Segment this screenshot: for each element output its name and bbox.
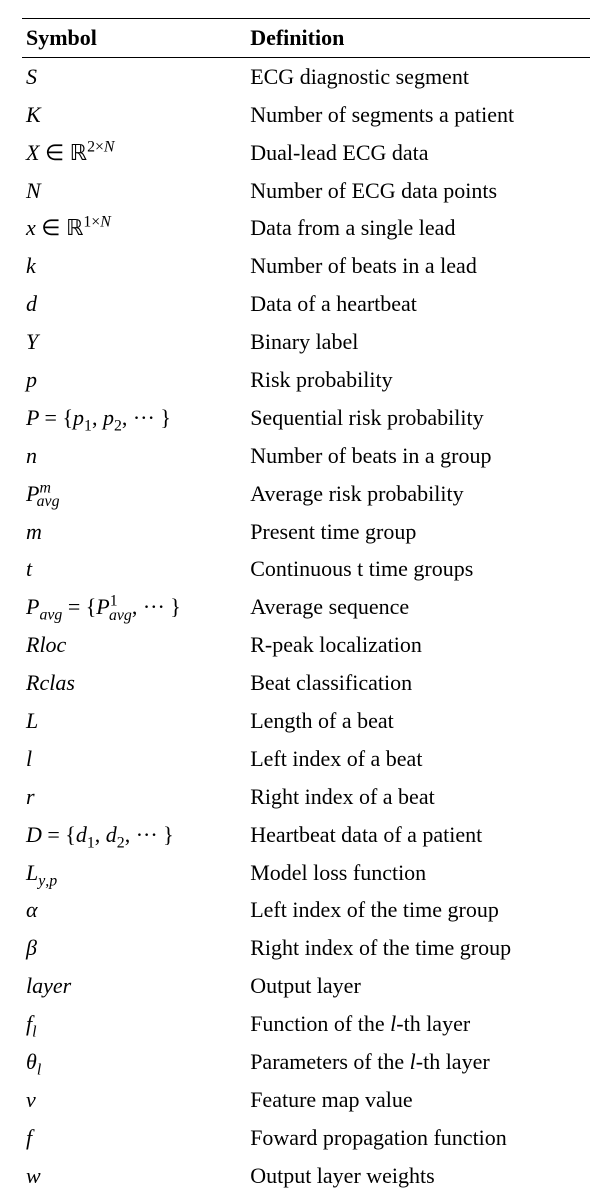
table-row: KNumber of segments a patient: [22, 96, 590, 134]
symbol-cell: t: [22, 550, 246, 588]
table-row: P = {p1, p2, ··· }Sequential risk probab…: [22, 399, 590, 437]
symbol-cell: D = {d1, d2, ··· }: [22, 816, 246, 854]
symbol-cell: cam: [22, 1195, 246, 1204]
symbol-cell: Ly,p: [22, 854, 246, 892]
symbol-cell: L: [22, 702, 246, 740]
definition-cell: Average sequence: [246, 588, 590, 626]
symbol-cell: α: [22, 891, 246, 929]
table-row: mPresent time group: [22, 513, 590, 551]
symbol-cell: fl: [22, 1005, 246, 1043]
definition-cell: Continuous t time groups: [246, 550, 590, 588]
definition-cell: Number of beats in a group: [246, 437, 590, 475]
symbol-cell: n: [22, 437, 246, 475]
symbol-cell: X ∈ ℝ2×N: [22, 134, 246, 172]
definition-cell: Class activation map: [246, 1195, 590, 1204]
table-row: flFunction of the l-th layer: [22, 1005, 590, 1043]
header-row: Symbol Definition: [22, 19, 590, 58]
table-row: lLeft index of a beat: [22, 740, 590, 778]
definition-cell: Risk probability: [246, 361, 590, 399]
symbol-cell: w: [22, 1157, 246, 1195]
table-row: θlParameters of the l-th layer: [22, 1043, 590, 1081]
table-row: βRight index of the time group: [22, 929, 590, 967]
definition-cell: Foward propagation function: [246, 1119, 590, 1157]
table-row: NNumber of ECG data points: [22, 172, 590, 210]
table-row: camClass activation map: [22, 1195, 590, 1204]
symbol-cell: layer: [22, 967, 246, 1005]
definition-cell: Beat classification: [246, 664, 590, 702]
symbol-cell: N: [22, 172, 246, 210]
definition-cell: Model loss function: [246, 854, 590, 892]
symbol-cell: k: [22, 247, 246, 285]
table-row: RclasBeat classification: [22, 664, 590, 702]
table-row: YBinary label: [22, 323, 590, 361]
definition-cell: Output layer: [246, 967, 590, 1005]
symbol-cell: m: [22, 513, 246, 551]
symbol-cell: Pmavg: [22, 475, 246, 513]
definition-cell: Heartbeat data of a patient: [246, 816, 590, 854]
table-row: PmavgAverage risk probability: [22, 475, 590, 513]
definition-cell: Output layer weights: [246, 1157, 590, 1195]
definition-cell: Function of the l-th layer: [246, 1005, 590, 1043]
symbol-cell: r: [22, 778, 246, 816]
definition-cell: Present time group: [246, 513, 590, 551]
symbol-cell: S: [22, 57, 246, 95]
definition-cell: Left index of a beat: [246, 740, 590, 778]
table-row: nNumber of beats in a group: [22, 437, 590, 475]
symbol-cell: Rloc: [22, 626, 246, 664]
header-symbol: Symbol: [22, 19, 246, 58]
notation-table: Symbol Definition SECG diagnostic segmen…: [22, 18, 590, 1204]
symbol-cell: l: [22, 740, 246, 778]
table-row: vFeature map value: [22, 1081, 590, 1119]
table-row: Ly,pModel loss function: [22, 854, 590, 892]
definition-cell: Left index of the time group: [246, 891, 590, 929]
table-row: tContinuous t time groups: [22, 550, 590, 588]
definition-cell: Length of a beat: [246, 702, 590, 740]
definition-cell: Number of beats in a lead: [246, 247, 590, 285]
table-row: x ∈ ℝ1×NData from a single lead: [22, 209, 590, 247]
definition-cell: Data of a heartbeat: [246, 285, 590, 323]
symbol-cell: f: [22, 1119, 246, 1157]
symbol-cell: Pavg = {P1avg, ··· }: [22, 588, 246, 626]
table-row: pRisk probability: [22, 361, 590, 399]
table-row: Pavg = {P1avg, ··· }Average sequence: [22, 588, 590, 626]
definition-cell: Number of segments a patient: [246, 96, 590, 134]
table-row: dData of a heartbeat: [22, 285, 590, 323]
symbol-cell: P = {p1, p2, ··· }: [22, 399, 246, 437]
symbol-cell: K: [22, 96, 246, 134]
definition-cell: Average risk probability: [246, 475, 590, 513]
header-definition: Definition: [246, 19, 590, 58]
table-row: RlocR-peak localization: [22, 626, 590, 664]
definition-cell: Parameters of the l-th layer: [246, 1043, 590, 1081]
definition-cell: R-peak localization: [246, 626, 590, 664]
symbol-cell: Rclas: [22, 664, 246, 702]
definition-cell: Dual-lead ECG data: [246, 134, 590, 172]
definition-cell: Sequential risk probability: [246, 399, 590, 437]
symbol-cell: d: [22, 285, 246, 323]
definition-cell: Binary label: [246, 323, 590, 361]
definition-cell: Right index of the time group: [246, 929, 590, 967]
table-row: LLength of a beat: [22, 702, 590, 740]
symbol-cell: x ∈ ℝ1×N: [22, 209, 246, 247]
table-row: X ∈ ℝ2×NDual-lead ECG data: [22, 134, 590, 172]
definition-cell: Number of ECG data points: [246, 172, 590, 210]
table-row: D = {d1, d2, ··· }Heartbeat data of a pa…: [22, 816, 590, 854]
symbol-cell: θl: [22, 1043, 246, 1081]
definition-cell: Right index of a beat: [246, 778, 590, 816]
definition-cell: Feature map value: [246, 1081, 590, 1119]
symbol-cell: Y: [22, 323, 246, 361]
table-row: rRight index of a beat: [22, 778, 590, 816]
table-row: fFoward propagation function: [22, 1119, 590, 1157]
table-row: αLeft index of the time group: [22, 891, 590, 929]
symbol-cell: p: [22, 361, 246, 399]
symbol-cell: v: [22, 1081, 246, 1119]
table-row: wOutput layer weights: [22, 1157, 590, 1195]
symbol-cell: β: [22, 929, 246, 967]
table-row: layerOutput layer: [22, 967, 590, 1005]
table-row: SECG diagnostic segment: [22, 57, 590, 95]
definition-cell: Data from a single lead: [246, 209, 590, 247]
definition-cell: ECG diagnostic segment: [246, 57, 590, 95]
table-row: kNumber of beats in a lead: [22, 247, 590, 285]
